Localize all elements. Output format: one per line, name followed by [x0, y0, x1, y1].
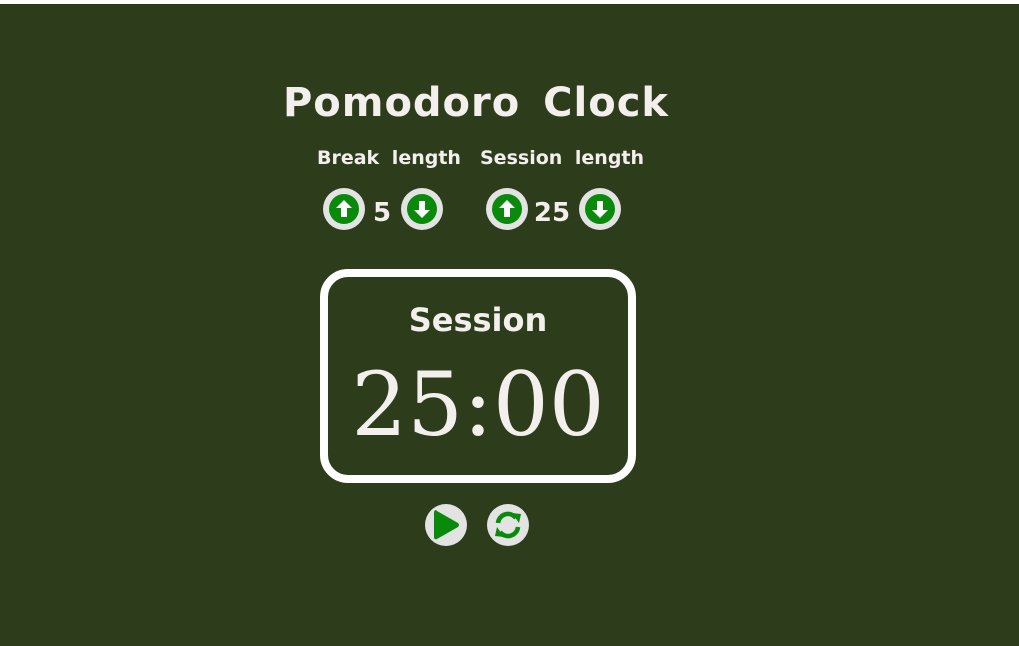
arrow-up-circle-icon	[328, 193, 360, 225]
session-length-value: 25	[533, 198, 571, 228]
play-button[interactable]	[425, 504, 467, 546]
timer-display: Session 25:00	[320, 269, 636, 483]
timer-time: 25:00	[351, 353, 605, 456]
break-length-value: 5	[372, 198, 392, 228]
session-decrement-button[interactable]	[579, 188, 621, 230]
arrow-down-circle-icon	[584, 193, 616, 225]
arrow-down-circle-icon	[406, 193, 438, 225]
break-decrement-button[interactable]	[401, 188, 443, 230]
app-background: Pomodoro Clock Break length Session leng…	[0, 4, 1019, 646]
reset-button[interactable]	[487, 504, 529, 546]
break-increment-button[interactable]	[323, 188, 365, 230]
break-length-label: Break length	[317, 147, 461, 169]
page-title: Pomodoro Clock	[282, 80, 670, 126]
refresh-icon	[491, 508, 525, 542]
timer-label: Session	[408, 301, 548, 339]
play-icon	[431, 508, 461, 542]
arrow-up-circle-icon	[491, 193, 523, 225]
session-length-label: Session length	[480, 147, 645, 169]
session-increment-button[interactable]	[486, 188, 528, 230]
